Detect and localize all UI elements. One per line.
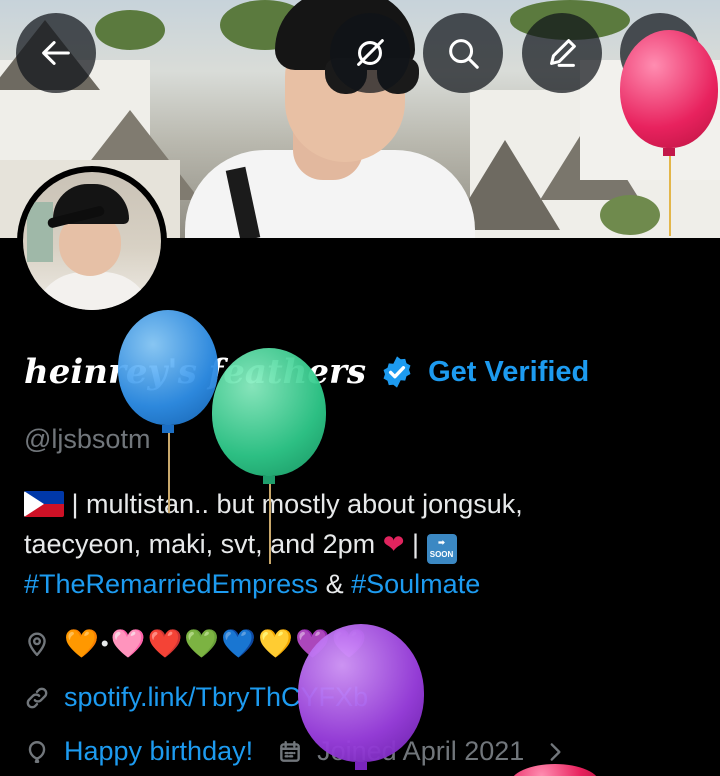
get-verified-link[interactable]: Get Verified <box>428 356 589 389</box>
location-emoji: 💛 <box>258 628 293 659</box>
location-emoji: 🧡 <box>64 628 99 659</box>
grok-icon <box>357 39 384 66</box>
arrow-left-icon <box>42 41 70 65</box>
location-emoji: 💙 <box>221 628 257 659</box>
edit-button[interactable] <box>522 13 602 93</box>
bio-separator: | <box>404 529 427 559</box>
back-button[interactable] <box>16 13 96 93</box>
green-balloon-decoration <box>212 348 326 564</box>
user-handle: @ljsbsotm <box>24 424 151 454</box>
search-icon <box>449 39 479 69</box>
avatar[interactable] <box>17 166 167 316</box>
edit-icon <box>550 39 576 67</box>
hashtag-remarried-empress[interactable]: #TheRemarriedEmpress <box>24 569 318 599</box>
location-emoji: 💚 <box>184 628 220 659</box>
location-pin-icon <box>28 632 46 656</box>
bio: | multistan.. but mostly about jongsuk, … <box>24 484 704 604</box>
location-emoji: ❤️ <box>147 628 183 659</box>
hashtag-soulmate[interactable]: #Soulmate <box>351 569 480 599</box>
bio-line2: taecyeon, maki, svt, and 2pm <box>24 529 376 559</box>
anatomical-heart-icon: ❤ <box>382 529 405 559</box>
location-emoji: 🩷 <box>110 628 146 659</box>
purple-balloon-decoration <box>298 624 424 770</box>
link-icon <box>26 687 48 708</box>
pink-balloon-decoration <box>510 764 600 776</box>
philippines-flag-icon <box>24 491 64 517</box>
soon-arrow-icon: ➡ SOON <box>426 534 457 564</box>
verified-badge-icon[interactable] <box>380 355 414 389</box>
birthday-link[interactable]: Happy birthday! <box>64 736 253 767</box>
blue-balloon-decoration <box>118 310 218 513</box>
bio-line1: | multistan.. but mostly about jongsuk, <box>64 489 523 519</box>
balloon-icon <box>28 740 46 763</box>
location-emoji: • <box>100 630 109 656</box>
red-balloon-decoration <box>620 30 718 236</box>
soon-label: SOON <box>429 550 454 559</box>
birthday-joined-row: Happy birthday! Joined April 2021 <box>24 736 568 767</box>
bio-amp: & <box>318 569 352 599</box>
grok-button[interactable] <box>330 13 410 93</box>
chevron-right-icon[interactable] <box>542 739 568 765</box>
search-button[interactable] <box>423 13 503 93</box>
